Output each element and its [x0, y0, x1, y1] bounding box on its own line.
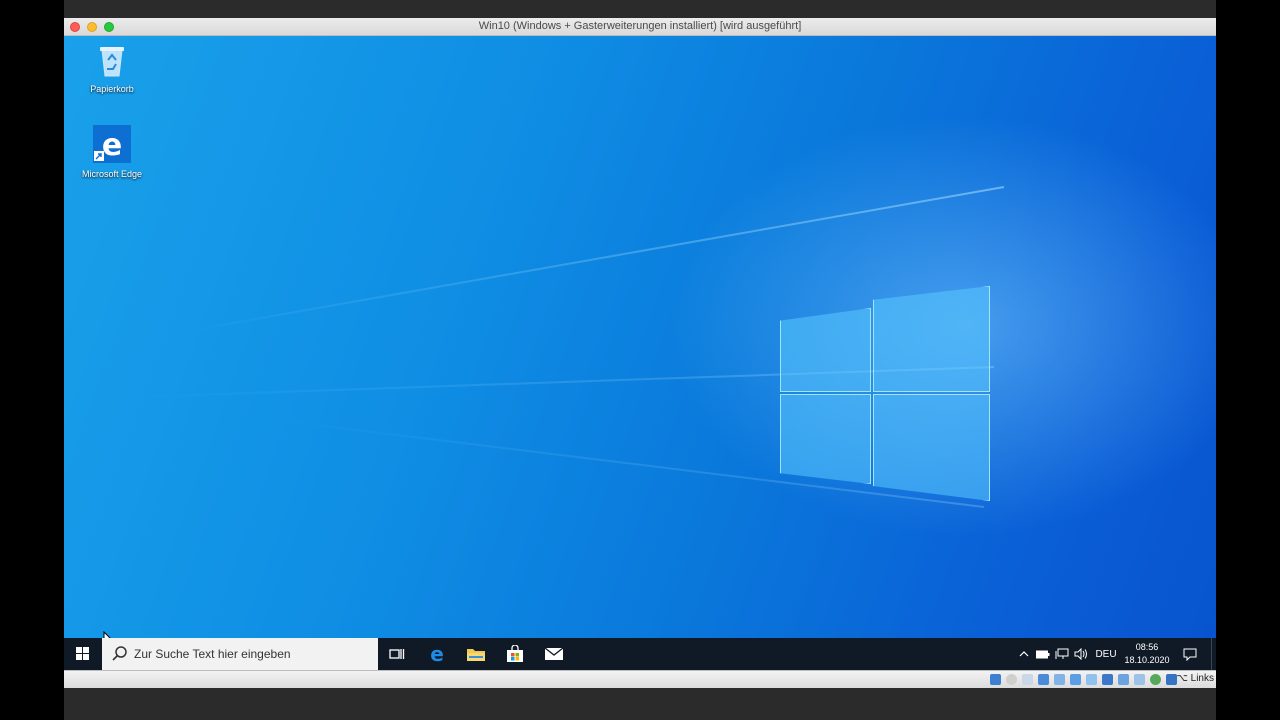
optical-drive-icon[interactable] [1006, 674, 1017, 685]
network-icon [1055, 648, 1069, 659]
vm-statusbar: ⌥ Links [64, 670, 1216, 688]
taskbar-mail-button[interactable] [535, 638, 573, 670]
search-placeholder: Zur Suche Text hier eingeben [134, 647, 291, 661]
window-titlebar[interactable]: Win10 (Windows + Gasterweiterungen insta… [64, 18, 1216, 36]
mouse-integration-icon[interactable] [1166, 674, 1177, 685]
battery-icon [1036, 650, 1050, 658]
windows-start-icon [76, 647, 89, 660]
clock-date: 18.10.2020 [1124, 655, 1170, 665]
start-button[interactable] [64, 638, 102, 670]
windows-logo-pane [780, 394, 871, 484]
edge-icon: e [430, 644, 444, 664]
windows-logo-pane [780, 308, 871, 392]
mail-icon [544, 647, 564, 660]
taskbar-edge-button[interactable]: e [418, 638, 456, 670]
network-button[interactable] [1053, 638, 1071, 670]
recycle-bin-icon [100, 47, 124, 77]
show-hidden-icons-button[interactable] [1016, 638, 1032, 670]
desktop-icon-edge[interactable]: e Microsoft Edge [77, 125, 147, 179]
input-language-button[interactable]: DEU [1094, 638, 1118, 670]
desktop-icon-recycle-bin[interactable]: Papierkorb [77, 42, 147, 94]
search-input[interactable]: Zur Suche Text hier eingeben [102, 638, 378, 670]
shared-folder-icon[interactable] [1070, 674, 1081, 685]
window-title: Win10 (Windows + Gasterweiterungen insta… [478, 20, 802, 32]
taskbar-file-explorer-button[interactable] [457, 638, 495, 670]
svg-text:e: e [102, 128, 122, 163]
action-center-button[interactable] [1180, 638, 1200, 670]
mouse-cursor-icon [103, 631, 111, 638]
edge-icon: e [93, 125, 131, 163]
cpu-icon[interactable] [1118, 674, 1129, 685]
task-view-button[interactable] [378, 638, 416, 670]
recording-icon[interactable] [1150, 674, 1161, 685]
desktop-icon-label: Microsoft Edge [81, 169, 143, 179]
audio-icon[interactable] [1022, 674, 1033, 685]
taskbar-clock[interactable]: 08:56 18.10.2020 [1116, 638, 1178, 670]
chevron-up-icon [1019, 651, 1029, 657]
clock-time: 08:56 [1135, 642, 1159, 652]
screen: Win10 (Windows + Gasterweiterungen insta… [0, 0, 1280, 720]
taskbar: Zur Suche Text hier eingeben e DEU 08:56… [64, 638, 1216, 670]
task-view-icon [389, 649, 405, 659]
speaker-icon [1074, 648, 1087, 660]
video-capture-icon[interactable] [1102, 674, 1113, 685]
taskbar-store-button[interactable] [496, 638, 534, 670]
host-key-indicator: ⌥ Links [1176, 673, 1214, 684]
windows-logo-pane [873, 394, 990, 501]
usb-icon[interactable] [1054, 674, 1065, 685]
volume-button[interactable] [1072, 638, 1090, 670]
vm-window: Win10 (Windows + Gasterweiterungen insta… [64, 18, 1216, 688]
windows-logo-pane [873, 286, 990, 392]
guest-additions-icon[interactable] [1134, 674, 1145, 685]
show-desktop-button[interactable] [1211, 638, 1217, 670]
desktop-icon-label: Papierkorb [90, 84, 134, 94]
search-icon [112, 646, 127, 661]
hard-disk-icon[interactable] [990, 674, 1001, 685]
display-icon[interactable] [1086, 674, 1097, 685]
svg-text:e: e [430, 644, 444, 664]
store-icon [507, 645, 523, 662]
notification-icon [1183, 648, 1197, 661]
file-explorer-icon [467, 649, 485, 661]
desktop[interactable]: Papierkorb e Microsoft Edge [64, 36, 1216, 638]
network-adapter-icon[interactable] [1038, 674, 1049, 685]
battery-button[interactable] [1034, 638, 1052, 670]
